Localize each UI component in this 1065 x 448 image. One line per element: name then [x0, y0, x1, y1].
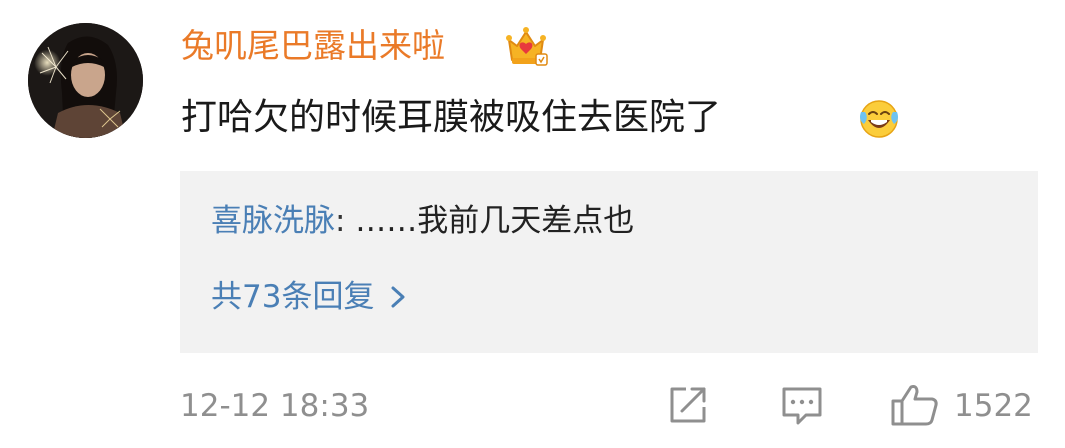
crown-vip-badge-icon[interactable] [503, 24, 549, 68]
like-count: 1522 [954, 388, 1033, 424]
laughing-crying-emoji-icon [857, 96, 901, 140]
comment-card: 兔叽尾巴露出来啦 打哈欠的时候耳膜被吸住去医院了 喜脉洗脉: ……我前几天差点也 [0, 0, 1065, 448]
avatar-photo [28, 23, 143, 138]
thumbs-up-icon [891, 385, 938, 426]
share-button[interactable] [666, 383, 710, 427]
comment-button[interactable] [780, 383, 824, 427]
reply-content: ……我前几天差点也 [345, 203, 635, 239]
like-button[interactable]: 1522 [890, 383, 1040, 427]
reply-colon: : [335, 203, 346, 239]
share-icon [670, 387, 706, 423]
comment-icon [782, 387, 822, 425]
reply-username[interactable]: 喜脉洗脉 [211, 203, 335, 239]
reply-preview[interactable]: 喜脉洗脉: ……我前几天差点也 共73条回复 [180, 171, 1038, 353]
view-more-replies-link[interactable]: 共73条回复 [211, 276, 408, 318]
timestamp: 12-12 18:33 [180, 388, 370, 424]
chevron-right-icon [391, 286, 405, 308]
avatar[interactable] [28, 23, 143, 138]
more-replies-label: 共73条回复 [211, 279, 375, 315]
username[interactable]: 兔叽尾巴露出来啦 [181, 24, 445, 68]
comment-text: 打哈欠的时候耳膜被吸住去医院了 [181, 97, 722, 138]
reply-item: 喜脉洗脉: ……我前几天差点也 [211, 200, 634, 242]
